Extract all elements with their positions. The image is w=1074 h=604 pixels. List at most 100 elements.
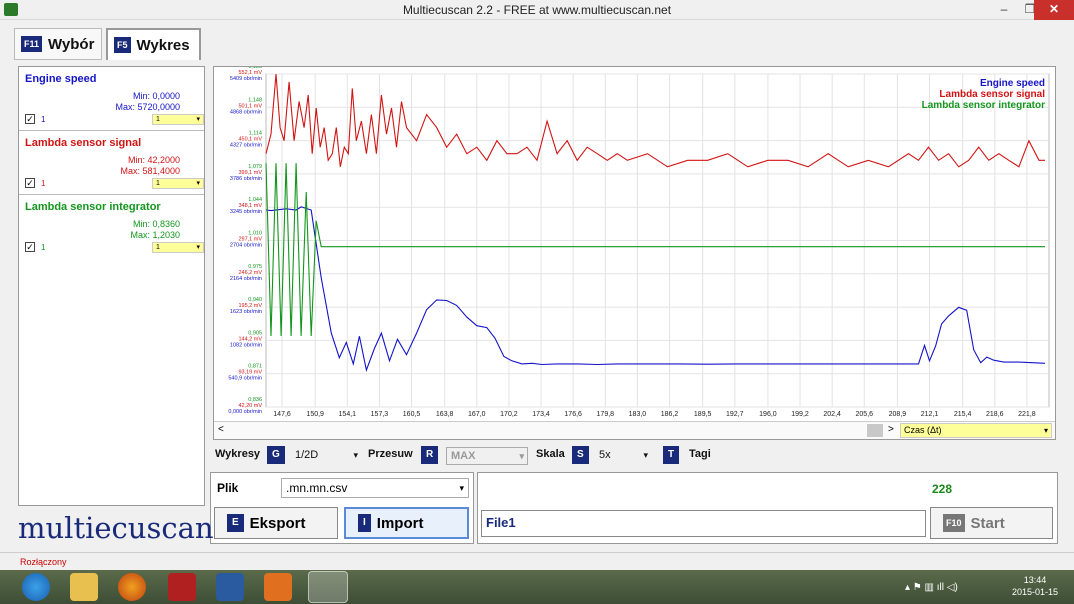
x-tick-label: 208,9	[889, 411, 907, 418]
wykresy-select[interactable]: 1/2D ▾	[291, 447, 361, 465]
line-chart[interactable]: 1,183552,1 mV5409 obr/min1,148501,1 mV48…	[214, 67, 1055, 439]
signal-name: Lambda sensor integrator	[25, 201, 161, 213]
plik-label: Plik	[217, 481, 239, 495]
checkbox-label: 1	[41, 179, 46, 188]
signal-axis-select[interactable]: 1 ▾	[152, 242, 204, 253]
multiecuscan-taskbar-icon[interactable]	[308, 571, 348, 603]
x-tick-label: 147,6	[273, 411, 291, 418]
explorer-icon[interactable]	[70, 573, 98, 601]
import-button[interactable]: I Import	[344, 507, 469, 539]
tab-wybor[interactable]: F11 Wybór	[14, 28, 102, 60]
app-logo: multiecuscan	[18, 511, 214, 545]
skala-label: Skala	[536, 448, 565, 460]
legend-entry: Lambda sensor signal	[939, 89, 1045, 100]
y-tick-rpm: 4868 obr/min	[230, 109, 262, 115]
x-tick-label: 199,2	[791, 411, 809, 418]
key-f10: F10	[943, 514, 965, 532]
przesuw-select[interactable]: MAX ▾	[446, 447, 528, 465]
signal-axis-select[interactable]: 1 ▾	[152, 114, 204, 125]
close-button[interactable]: ✕	[1034, 0, 1074, 20]
signal-checkbox[interactable]: ✓	[25, 114, 35, 124]
x-tick-label: 167,0	[468, 411, 486, 418]
chevron-down-icon: ▾	[459, 483, 464, 493]
media-player-icon[interactable]	[264, 573, 292, 601]
filename-input[interactable]: File1	[481, 510, 926, 537]
status-bar: Rozłączony	[0, 552, 1074, 570]
key-s: S	[572, 446, 589, 464]
signal-min: Min: 42,2000	[127, 155, 180, 165]
checkbox-label: 1	[41, 115, 46, 124]
tab-key-f11: F11	[21, 36, 43, 52]
x-tick-label: 212,1	[921, 411, 939, 418]
x-tick-label: 196,0	[759, 411, 777, 418]
signal-name: Engine speed	[25, 73, 97, 85]
export-button[interactable]: E Eksport	[214, 507, 338, 539]
start-label: Start	[970, 514, 1005, 532]
y-tick-rpm: 5409 obr/min	[230, 76, 262, 82]
minimize-button[interactable]: –	[990, 0, 1018, 20]
select-value: 1	[156, 180, 160, 187]
h-scrollbar[interactable]: < > Czas (Δt) ▾	[214, 421, 1055, 439]
x-tick-label: 170,2	[500, 411, 518, 418]
connection-status: Rozłączony	[20, 557, 67, 567]
system-tray-icons[interactable]: ▴ ⚑ ▥ ıll ◁)	[905, 582, 958, 593]
clock[interactable]: 13:44 2015-01-15	[1012, 574, 1058, 598]
signal-max: Max: 5720,0000	[115, 102, 180, 112]
x-tick-label: 202,4	[823, 411, 841, 418]
legend-entry: Lambda sensor integrator	[922, 100, 1045, 111]
signal-checkbox[interactable]: ✓	[25, 178, 35, 188]
tagi-button[interactable]: Tagi	[689, 448, 711, 460]
signal-lambda-signal: Lambda sensor signal Min: 42,2000 Max: 5…	[19, 131, 204, 195]
przesuw-label: Przesuw	[368, 448, 413, 460]
plik-value: .mn.mn.csv	[286, 481, 348, 495]
wykresy-label: Wykresy	[215, 448, 261, 460]
scroll-right-button[interactable]: >	[888, 424, 894, 435]
x-tick-label: 192,7	[726, 411, 744, 418]
clock-date: 2015-01-15	[1011, 587, 1058, 597]
przesuw-value: MAX	[451, 450, 476, 462]
ie-icon[interactable]	[22, 573, 50, 601]
signal-checkbox[interactable]: ✓	[25, 242, 35, 252]
firefox-icon[interactable]	[118, 573, 146, 601]
tab-key-f5: F5	[114, 37, 131, 53]
signal-max: Max: 581,4000	[120, 166, 180, 176]
record-counter: 228	[932, 482, 953, 496]
start-button[interactable]: F10 Start	[930, 507, 1053, 539]
clock-time: 13:44	[1023, 575, 1047, 585]
x-tick-label: 183,0	[629, 411, 647, 418]
y-tick-rpm: 2704 obr/min	[230, 243, 262, 249]
x-tick-label: 215,4	[954, 411, 972, 418]
select-value: 1	[156, 116, 160, 123]
chevron-down-icon: ▾	[1043, 426, 1048, 435]
signal-min: Min: 0,8360	[132, 219, 180, 229]
chevron-down-icon: ▾	[519, 451, 524, 461]
x-tick-label: 221,8	[1018, 411, 1036, 418]
y-tick-rpm: 0,000 obr/min	[228, 409, 262, 415]
chevron-down-icon: ▾	[196, 180, 200, 187]
signal-name: Lambda sensor signal	[25, 137, 142, 149]
power-app-icon[interactable]	[168, 573, 196, 601]
chevron-down-icon: ▾	[643, 450, 648, 460]
export-label: Eksport	[249, 514, 306, 532]
chevron-down-icon: ▾	[196, 244, 200, 251]
y-axis-ticks: 1,183552,1 mV5409 obr/min1,148501,1 mV48…	[228, 67, 262, 415]
chevron-down-icon: ▾	[196, 116, 200, 123]
record-panel: 228 File1 F10 Start	[477, 472, 1058, 544]
x-tick-label: 179,8	[597, 411, 615, 418]
signal-axis-select[interactable]: 1 ▾	[152, 178, 204, 189]
tab-wykres[interactable]: F5 Wykres	[106, 28, 201, 60]
skala-select[interactable]: 5x ▾	[595, 447, 651, 465]
taskbar: ▴ ⚑ ▥ ıll ◁) 13:44 2015-01-15	[0, 570, 1074, 604]
skala-value: 5x	[599, 449, 611, 461]
title-bar: Multiecuscan 2.2 - FREE at www.multiecus…	[0, 0, 1074, 20]
axis-mode-select[interactable]: Czas (Δt) ▾	[900, 423, 1052, 438]
key-g: G	[267, 446, 285, 464]
scroll-left-button[interactable]: <	[218, 424, 224, 435]
x-tick-label: 186,2	[661, 411, 679, 418]
y-tick-rpm: 4327 obr/min	[230, 143, 262, 149]
y-tick-rpm: 2164 obr/min	[230, 276, 262, 282]
plik-select[interactable]: .mn.mn.csv ▾	[281, 478, 469, 498]
settings-app-icon[interactable]	[216, 573, 244, 601]
scroll-thumb[interactable]	[867, 424, 883, 437]
chevron-down-icon: ▾	[353, 450, 358, 460]
